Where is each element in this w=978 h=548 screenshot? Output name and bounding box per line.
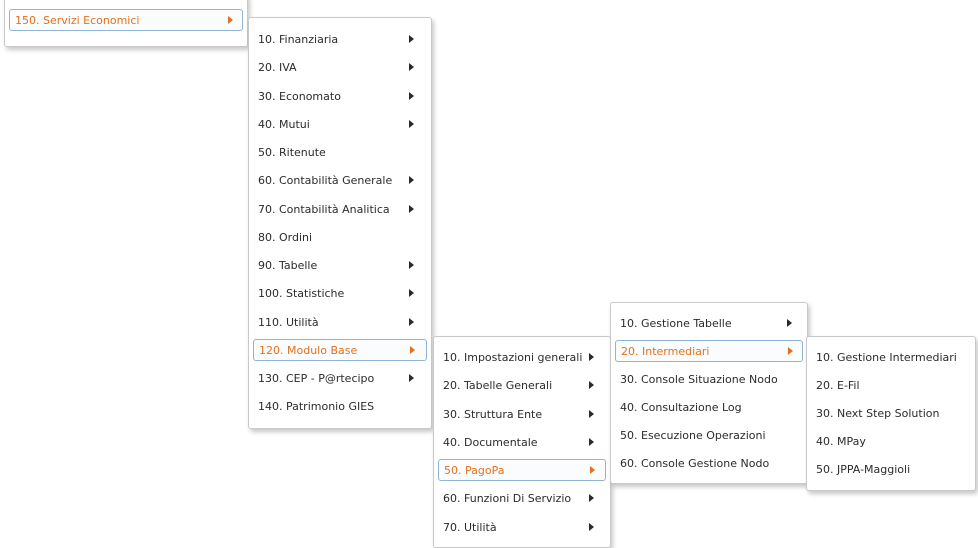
menu-item-jppa-maggioli[interactable]: 50. JPPA-Maggioli <box>811 458 971 480</box>
menu-item-intermediari[interactable]: 20. Intermediari <box>615 340 803 362</box>
submenu-arrow-icon <box>589 410 594 418</box>
menu-item-ordini[interactable]: 80. Ordini <box>253 226 427 248</box>
menu-item-label: 20. E-Fil <box>816 378 860 392</box>
menu-item-consultazione-log[interactable]: 40. Consultazione Log <box>615 396 803 418</box>
submenu-arrow-icon <box>410 346 415 354</box>
submenu-arrow-icon <box>409 261 414 269</box>
submenu-arrow-icon <box>409 374 414 382</box>
menu-item-label: 80. Ordini <box>258 230 313 244</box>
menu-item-label: 130. CEP - P@rtecipo <box>258 371 375 385</box>
submenu-arrow-icon <box>590 466 595 474</box>
submenu-arrow-icon <box>228 16 233 24</box>
submenu-arrow-icon <box>409 92 414 100</box>
menu-item-esecuzione-operazioni[interactable]: 50. Esecuzione Operazioni <box>615 424 803 446</box>
menu-item-label: 40. Documentale <box>443 435 538 449</box>
menu-item-modulo-base[interactable]: 120. Modulo Base <box>253 339 427 361</box>
submenu-arrow-icon <box>788 347 793 355</box>
menu-item-tabelle-generali[interactable]: 20. Tabelle Generali <box>438 374 606 396</box>
menu-item-label: 30. Struttura Ente <box>443 407 543 421</box>
submenu-arrow-icon <box>787 319 792 327</box>
menu-item-pagopa[interactable]: 50. PagoPa <box>438 459 606 481</box>
submenu-arrow-icon <box>409 289 414 297</box>
menu-item-label: 50. Ritenute <box>258 145 326 159</box>
menu-item-label: 30. Economato <box>258 89 341 103</box>
menu-item-contabilit-generale[interactable]: 60. Contabilità Generale <box>253 169 427 191</box>
menu-item-label: 20. Tabelle Generali <box>443 378 553 392</box>
menu-item-label: 140. Patrimonio GIES <box>258 399 375 413</box>
menu-item-utilit[interactable]: 110. Utilità <box>253 311 427 333</box>
submenu-arrow-icon <box>409 35 414 43</box>
menu-modulo-base: 10. Impostazioni generali 20. Tabelle Gen… <box>433 336 611 548</box>
menu-item-label: 30. Next Step Solution <box>816 406 940 420</box>
menu-item-console-gestione-nodo[interactable]: 60. Console Gestione Nodo <box>615 452 803 474</box>
submenu-arrow-icon <box>589 353 594 361</box>
menu-item-funzioni-di-servizio[interactable]: 60. Funzioni Di Servizio <box>438 487 606 509</box>
menu-intermediari: 10. Gestione Intermediari 20. E-Fil 30. Ne… <box>806 336 976 491</box>
menu-item-label: 10. Impostazioni generali <box>443 350 583 364</box>
menu-item-label: 120. Modulo Base <box>259 343 358 357</box>
menu-item-label: 60. Funzioni Di Servizio <box>443 491 572 505</box>
menu-item-label: 70. Contabilità Analitica <box>258 202 390 216</box>
menu-servizi-economici: 10. Finanziaria 20. IVA 30. Economato 40. M… <box>248 17 432 429</box>
menu-pagopa: 10. Gestione Tabelle 20. Intermediari 30. … <box>610 302 808 484</box>
menu-item-documentale[interactable]: 40. Documentale <box>438 431 606 453</box>
menu-item-label: 50. PagoPa <box>444 463 505 477</box>
menu-item-label: 50. Esecuzione Operazioni <box>620 428 766 442</box>
menu-item-finanziaria[interactable]: 10. Finanziaria <box>253 28 427 50</box>
menu-item-label: 40. Consultazione Log <box>620 400 742 414</box>
menu-item-label: 60. Console Gestione Nodo <box>620 456 770 470</box>
submenu-arrow-icon <box>409 120 414 128</box>
menu-root: 150. Servizi Economici <box>4 0 248 47</box>
menu-item-impostazioni-generali[interactable]: 10. Impostazioni generali <box>438 346 606 368</box>
menu-item-label: 90. Tabelle <box>258 258 318 272</box>
menu-item-label: 110. Utilità <box>258 315 319 329</box>
menu-item-label: 20. Intermediari <box>621 344 710 358</box>
menu-item-label: 150. Servizi Economici <box>15 13 140 27</box>
menu-item-label: 100. Statistiche <box>258 286 345 300</box>
menu-item-utilit[interactable]: 70. Utilità <box>438 516 606 538</box>
menu-item-label: 50. JPPA-Maggioli <box>816 462 911 476</box>
submenu-arrow-icon <box>409 176 414 184</box>
submenu-arrow-icon <box>409 318 414 326</box>
menu-item-iva[interactable]: 20. IVA <box>253 56 427 78</box>
menu-item-console-situazione-nodo[interactable]: 30. Console Situazione Nodo <box>615 368 803 390</box>
menu-item-label: 40. Mutui <box>258 117 310 131</box>
menu-item-ritenute[interactable]: 50. Ritenute <box>253 141 427 163</box>
submenu-arrow-icon <box>589 438 594 446</box>
menu-item-mpay[interactable]: 40. MPay <box>811 430 971 452</box>
menu-item-tabelle[interactable]: 90. Tabelle <box>253 254 427 276</box>
menu-item-patrimonio-gies[interactable]: 140. Patrimonio GIES <box>253 395 427 417</box>
submenu-arrow-icon <box>409 63 414 71</box>
menu-item-e-fil[interactable]: 20. E-Fil <box>811 374 971 396</box>
menu-item-gestione-tabelle[interactable]: 10. Gestione Tabelle <box>615 312 803 334</box>
menu-item-label: 10. Gestione Tabelle <box>620 316 732 330</box>
submenu-arrow-icon <box>589 381 594 389</box>
menu-item-servizi-economici[interactable]: 150. Servizi Economici <box>9 9 243 31</box>
menu-item-label: 10. Gestione Intermediari <box>816 350 957 364</box>
menu-item-contabilit-analitica[interactable]: 70. Contabilità Analitica <box>253 198 427 220</box>
submenu-arrow-icon <box>589 523 594 531</box>
menu-item-cep-p-rtecipo[interactable]: 130. CEP - P@rtecipo <box>253 367 427 389</box>
menu-item-next-step-solution[interactable]: 30. Next Step Solution <box>811 402 971 424</box>
submenu-arrow-icon <box>589 494 594 502</box>
menu-item-label: 60. Contabilità Generale <box>258 173 393 187</box>
menu-item-struttura-ente[interactable]: 30. Struttura Ente <box>438 403 606 425</box>
menu-item-label: 70. Utilità <box>443 520 497 534</box>
menu-item-economato[interactable]: 30. Economato <box>253 85 427 107</box>
menu-item-label: 30. Console Situazione Nodo <box>620 372 778 386</box>
menu-item-label: 40. MPay <box>816 434 866 448</box>
menu-item-statistiche[interactable]: 100. Statistiche <box>253 282 427 304</box>
submenu-arrow-icon <box>409 205 414 213</box>
menu-item-gestione-intermediari[interactable]: 10. Gestione Intermediari <box>811 346 971 368</box>
menu-item-label: 20. IVA <box>258 60 297 74</box>
menu-item-mutui[interactable]: 40. Mutui <box>253 113 427 135</box>
menu-item-label: 10. Finanziaria <box>258 32 339 46</box>
